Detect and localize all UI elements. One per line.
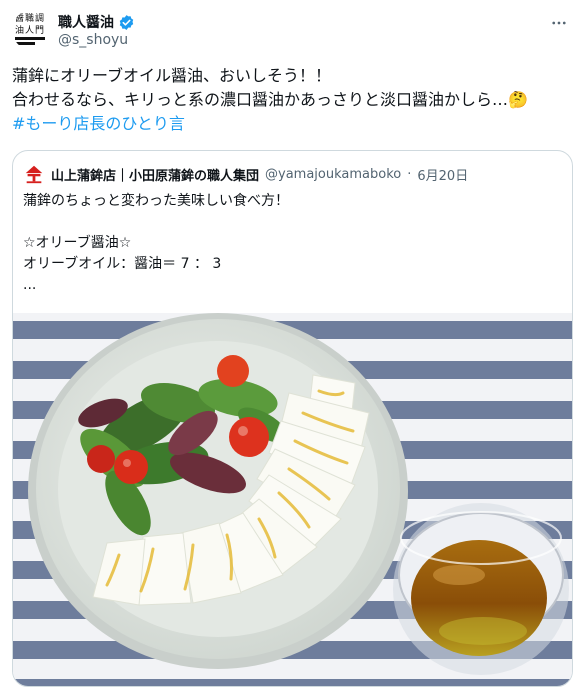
quoted-display-name[interactable]: 山上蒲鉾店｜小田原蒲鉾の職人集団 — [51, 165, 259, 184]
svg-text:職: 職 — [25, 13, 34, 24]
yamajou-logo-icon[interactable] — [23, 163, 45, 185]
svg-text:醬: 醬 — [15, 12, 24, 24]
author-display-name[interactable]: 職人醤油 — [58, 12, 114, 32]
svg-text:油: 油 — [15, 24, 24, 36]
quoted-handle[interactable]: @yamajoukamaboko — [265, 167, 401, 182]
more-dots-icon — [552, 21, 566, 25]
verified-badge-icon — [119, 14, 134, 30]
quoted-line: ... — [23, 277, 37, 293]
quoted-tweet[interactable]: 山上蒲鉾店｜小田原蒲鉾の職人集団 @yamajoukamaboko · 6月20… — [12, 150, 573, 687]
quoted-line: 蒲鉾のちょっと変わった美味しい食べ方！ — [23, 193, 289, 209]
svg-text:調: 調 — [35, 12, 44, 24]
quoted-date[interactable]: 6月20日 — [417, 165, 468, 184]
svg-text:人: 人 — [25, 25, 34, 36]
quoted-tweet-header: 山上蒲鉾店｜小田原蒲鉾の職人集団 @yamajoukamaboko · 6月20… — [23, 161, 562, 187]
quoted-line: オリーブオイル：醤油＝ 7 ： 3 — [23, 256, 222, 272]
quoted-line: ☆オリーブ醤油☆ — [23, 235, 132, 251]
author-avatar[interactable]: 醬 職 調 油 人 門 — [12, 10, 52, 50]
svg-text:門: 門 — [35, 25, 44, 36]
quoted-line — [23, 212, 289, 233]
meta-separator: · — [407, 166, 412, 182]
tweet-line-1: 蒲鉾にオリーブオイル醤油、おいしそう！！ — [12, 66, 332, 85]
avatar-logo-icon: 醬 職 調 油 人 門 — [12, 10, 52, 50]
tweet-header: 醬 職 調 油 人 門 職人醤油 @s_shoyu — [12, 10, 572, 50]
hashtag-link[interactable]: #もーり店長のひとり言 — [12, 112, 572, 136]
author-handle[interactable]: @s_shoyu — [58, 32, 128, 48]
quoted-text: 蒲鉾のちょっと変わった美味しい食べ方！ ☆オリーブ醤油☆ オリーブオイル：醤油＝… — [23, 191, 289, 296]
kamaboko-photo[interactable] — [13, 313, 573, 687]
more-icon[interactable] — [546, 10, 572, 36]
tweet-text: 蒲鉾にオリーブオイル醤油、おいしそう！！ 合わせるなら、キリっと系の濃口醤油かあ… — [12, 64, 572, 136]
tweet-line-2: 合わせるなら、キリっと系の濃口醤油かあっさりと淡口醤油かしら…🤔 — [12, 90, 528, 109]
